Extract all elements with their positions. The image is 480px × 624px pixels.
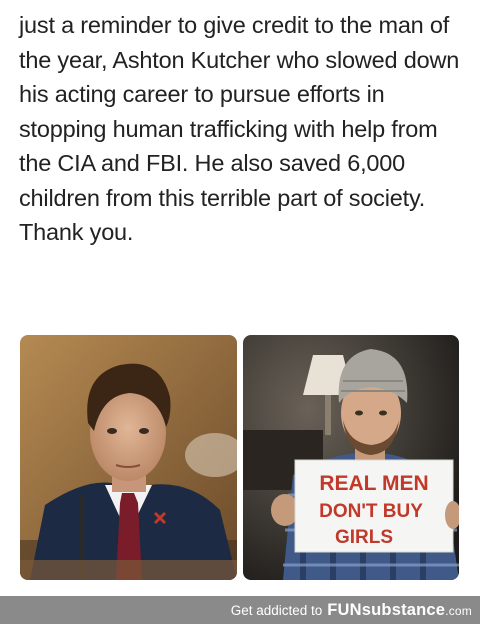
sign-line-3: GIRLS [335,527,393,548]
sign-line-1: REAL MEN [319,472,428,495]
post-text: just a reminder to give credit to the ma… [19,12,460,245]
brand-suffix: .com [445,603,472,618]
brand-logo[interactable]: FUNsubstance.com [327,601,472,620]
footer-bar: Get addicted to FUNsubstance.com [0,596,480,624]
footer-tagline: Get addicted to [230,602,323,618]
left-photo [20,335,237,580]
brand-main: FUNsubstance [327,600,446,619]
right-photo: REAL MEN DON'T BUY GIRLS [243,335,459,580]
sign-line-2: DON'T BUY [319,501,423,522]
